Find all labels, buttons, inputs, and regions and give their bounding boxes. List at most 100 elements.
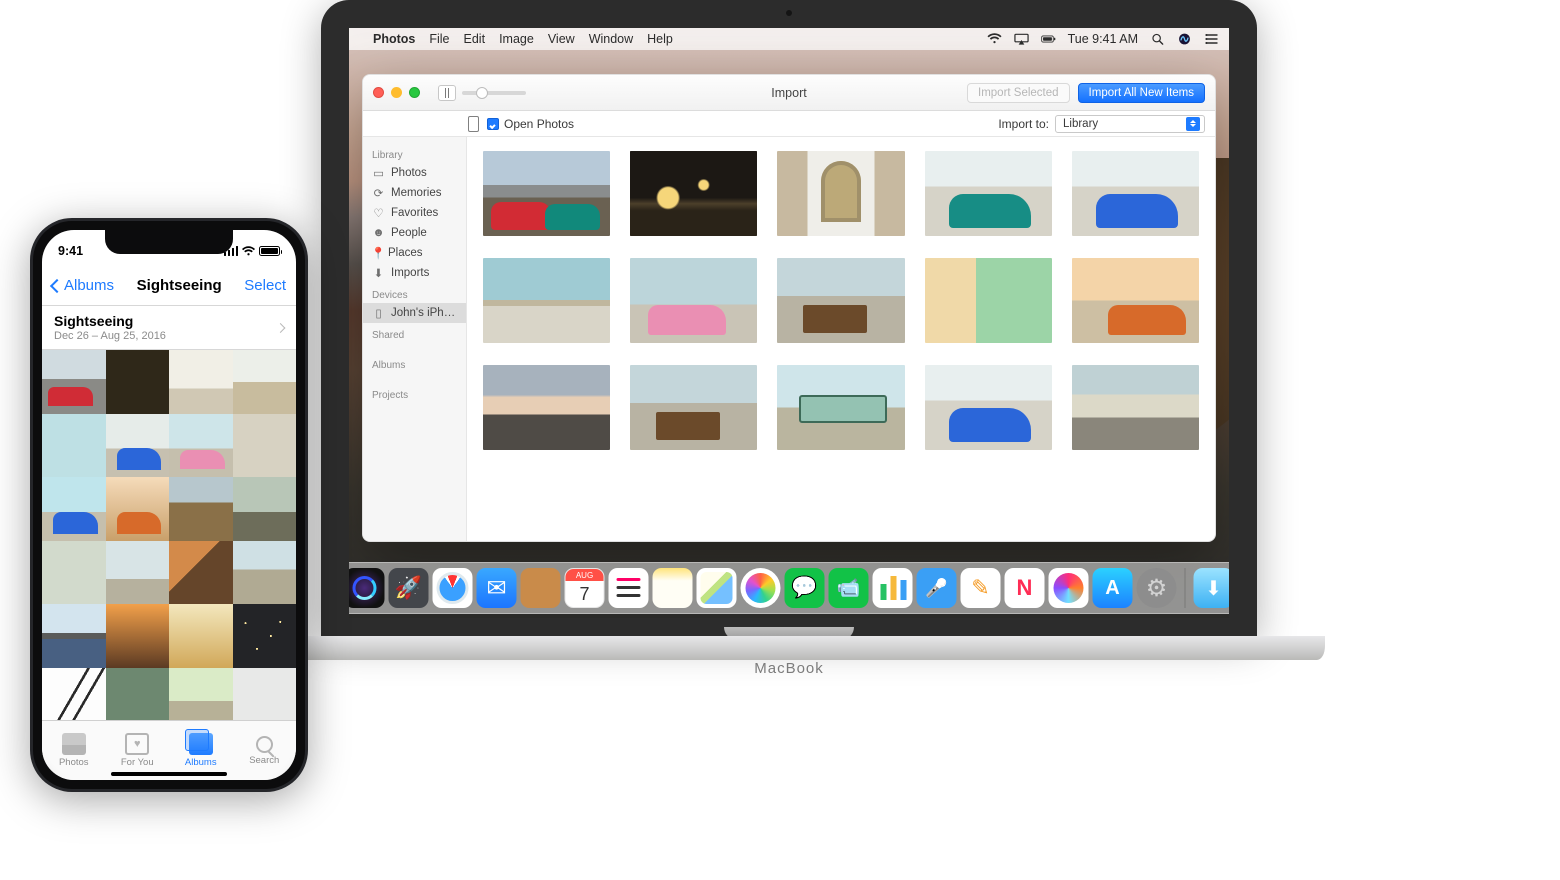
photo-thumb[interactable] [169, 604, 233, 668]
import-thumb[interactable] [630, 151, 757, 236]
sidebar-item-photos[interactable]: ▭Photos [363, 163, 466, 183]
sidebar-section-shared: Shared [363, 323, 466, 343]
import-thumb[interactable] [1072, 365, 1199, 450]
wifi-icon [241, 246, 256, 257]
thumbnail-zoom-slider[interactable] [462, 91, 526, 95]
sidebar-toggle-button[interactable] [438, 85, 456, 101]
dock-launchpad-icon[interactable] [389, 568, 429, 608]
siri-icon[interactable] [1177, 33, 1192, 45]
import-selected-button[interactable]: Import Selected [967, 83, 1070, 103]
import-thumb[interactable] [777, 365, 904, 450]
nav-back-button[interactable]: Albums [52, 277, 114, 294]
import-thumb[interactable] [925, 258, 1052, 343]
import-thumb[interactable] [483, 151, 610, 236]
photo-thumb[interactable] [233, 350, 297, 414]
photo-thumb[interactable] [42, 414, 106, 478]
wifi-icon[interactable] [987, 33, 1002, 45]
menu-help[interactable]: Help [647, 32, 673, 46]
dock-syspref-icon[interactable] [1137, 568, 1177, 608]
dock-photos-icon[interactable] [741, 568, 781, 608]
dock-numbers-icon[interactable] [873, 568, 913, 608]
photo-thumb[interactable] [106, 350, 170, 414]
album-header-row[interactable]: Sightseeing Dec 26 – Aug 25, 2016 [42, 306, 296, 350]
photo-thumb[interactable] [106, 541, 170, 605]
import-to-select[interactable]: Library [1055, 115, 1205, 133]
import-thumb[interactable] [630, 365, 757, 450]
dock-downloads-icon[interactable] [1194, 568, 1230, 608]
import-thumb[interactable] [630, 258, 757, 343]
photo-thumb[interactable] [42, 541, 106, 605]
dock-keynote-icon[interactable] [917, 568, 957, 608]
window-zoom-button[interactable] [409, 87, 420, 98]
sidebar-item-imports[interactable]: ⬇Imports [363, 263, 466, 283]
import-thumb[interactable] [1072, 151, 1199, 236]
photo-thumb[interactable] [169, 350, 233, 414]
window-minimize-button[interactable] [391, 87, 402, 98]
sidebar-item-people[interactable]: ☻People [363, 223, 466, 243]
photo-thumb[interactable] [233, 541, 297, 605]
photo-thumb[interactable] [169, 541, 233, 605]
menubar-clock[interactable]: Tue 9:41 AM [1068, 32, 1138, 46]
photo-thumb[interactable] [233, 477, 297, 541]
import-thumb[interactable] [925, 151, 1052, 236]
menu-window[interactable]: Window [589, 32, 633, 46]
sidebar-item-favorites[interactable]: ♡Favorites [363, 203, 466, 223]
photo-thumb[interactable] [106, 604, 170, 668]
sidebar-item-memories[interactable]: ⟳Memories [363, 183, 466, 203]
tab-photos[interactable]: Photos [42, 721, 106, 780]
photo-thumb[interactable] [106, 414, 170, 478]
dock-messages-icon[interactable] [785, 568, 825, 608]
dock-siri-icon[interactable] [349, 568, 385, 608]
dock-notes-icon[interactable] [653, 568, 693, 608]
import-thumb[interactable] [777, 258, 904, 343]
photo-thumb[interactable] [169, 668, 233, 721]
tab-search[interactable]: Search [233, 721, 297, 780]
photo-thumb[interactable] [42, 604, 106, 668]
photo-thumb[interactable] [106, 668, 170, 721]
import-thumb[interactable] [483, 258, 610, 343]
photo-thumb[interactable] [169, 477, 233, 541]
dock-news-icon[interactable] [1005, 568, 1045, 608]
photo-thumb[interactable] [169, 414, 233, 478]
sidebar-item-places[interactable]: 📍Places [363, 243, 466, 263]
menubar-app[interactable]: Photos [373, 32, 415, 46]
dock-itunes-icon[interactable] [1049, 568, 1089, 608]
photo-thumb[interactable] [106, 477, 170, 541]
window-close-button[interactable] [373, 87, 384, 98]
home-indicator[interactable] [111, 772, 227, 776]
dock-facetime-icon[interactable] [829, 568, 869, 608]
pin-icon: 📍 [372, 247, 385, 260]
photo-thumb[interactable] [233, 414, 297, 478]
dock-calendar-icon[interactable]: AUG7 [565, 568, 605, 608]
battery-icon[interactable] [1041, 33, 1056, 45]
dock-reminders-icon[interactable] [609, 568, 649, 608]
open-photos-checkbox[interactable] [487, 118, 499, 130]
import-thumb[interactable] [1072, 258, 1199, 343]
nav-select-button[interactable]: Select [244, 277, 286, 294]
dock-mail-icon[interactable] [477, 568, 517, 608]
import-all-button[interactable]: Import All New Items [1078, 83, 1205, 103]
menu-image[interactable]: Image [499, 32, 534, 46]
photo-thumb[interactable] [42, 668, 106, 721]
dock-pages-icon[interactable] [961, 568, 1001, 608]
spotlight-icon[interactable] [1150, 33, 1165, 45]
airplay-icon[interactable] [1014, 33, 1029, 45]
menu-file[interactable]: File [429, 32, 449, 46]
dock-maps-icon[interactable] [697, 568, 737, 608]
import-thumb[interactable] [925, 365, 1052, 450]
photo-thumb[interactable] [42, 350, 106, 414]
sidebar-item-device-iphone[interactable]: ▯John's iPh… [363, 303, 466, 323]
menu-view[interactable]: View [548, 32, 575, 46]
photo-thumb[interactable] [233, 604, 297, 668]
notification-center-icon[interactable] [1204, 33, 1219, 45]
window-titlebar[interactable]: Import Import Selected Import All New It… [363, 75, 1215, 111]
import-thumb[interactable] [777, 151, 904, 236]
menu-edit[interactable]: Edit [464, 32, 486, 46]
photo-thumb[interactable] [233, 668, 297, 721]
photo-thumb[interactable] [42, 477, 106, 541]
import-thumb[interactable] [483, 365, 610, 450]
dock-appstore-icon[interactable] [1093, 568, 1133, 608]
dock-safari-icon[interactable] [433, 568, 473, 608]
sidebar-section-projects: Projects [363, 383, 466, 403]
dock-contacts-icon[interactable] [521, 568, 561, 608]
